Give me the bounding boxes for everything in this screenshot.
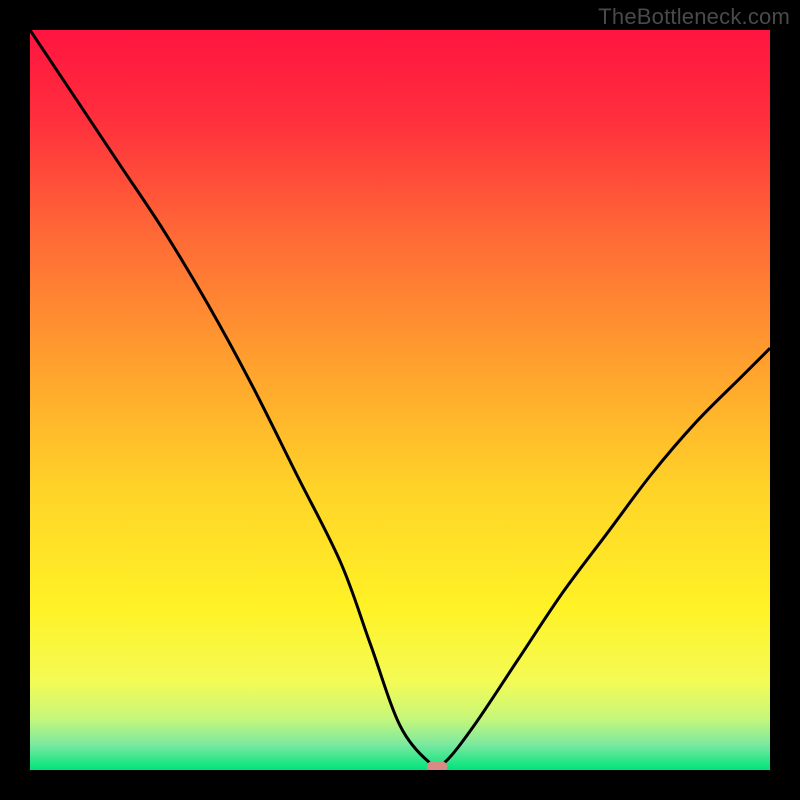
chart-frame: TheBottleneck.com: [0, 0, 800, 800]
gradient-background: [30, 30, 770, 770]
watermark-text: TheBottleneck.com: [598, 4, 790, 30]
optimal-marker: [427, 761, 447, 770]
plot-area: [30, 30, 770, 770]
bottleneck-chart: [30, 30, 770, 770]
